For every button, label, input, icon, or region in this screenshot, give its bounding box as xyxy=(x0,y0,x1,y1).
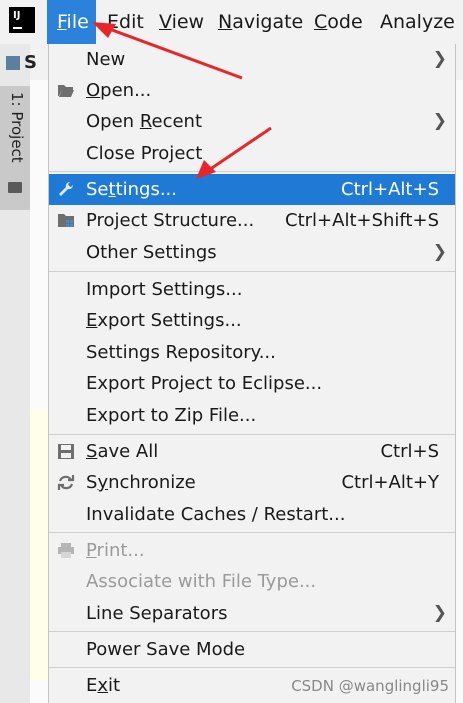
project-structure-icon xyxy=(58,214,74,227)
submenu-arrow-icon: ❯ xyxy=(432,242,447,262)
menu-item-new[interactable]: New ❯ xyxy=(49,44,455,75)
menu-item-synchronize-shortcut: Ctrl+Alt+Y xyxy=(341,472,439,493)
menu-item-power-save-mode[interactable]: Power Save Mode xyxy=(49,634,455,665)
menu-item-invalidate-caches-label: Invalidate Caches / Restart... xyxy=(86,504,346,525)
menu-code[interactable]: Code xyxy=(314,0,363,44)
intellij-logo-icon[interactable]: IJ xyxy=(6,4,38,36)
menu-item-export-zip-label: Export to Zip File... xyxy=(86,405,257,426)
printer-icon xyxy=(58,543,74,558)
wrench-icon xyxy=(59,181,74,196)
menu-item-settings-repository-label: Settings Repository... xyxy=(86,342,276,363)
menu-view-mnemonic: V xyxy=(159,11,172,33)
menu-item-project-structure-shortcut: Ctrl+Alt+Shift+S xyxy=(285,210,439,231)
menu-item-other-settings[interactable]: Other Settings ❯ xyxy=(49,237,455,268)
menu-analyze[interactable]: Analyze xyxy=(380,0,455,44)
menu-item-associate-file-type-label: Associate with File Type... xyxy=(86,571,317,592)
project-name: S xyxy=(6,52,37,73)
menu-item-settings[interactable]: Settings... Ctrl+Alt+S xyxy=(49,174,455,205)
watermark: CSDN @wanglingli95 xyxy=(291,677,449,695)
menu-item-exit-label: Exit xyxy=(86,675,121,696)
menu-item-export-settings[interactable]: Export Settings... xyxy=(49,305,455,336)
menu-item-print: Print... xyxy=(49,535,455,566)
project-icon xyxy=(6,56,20,70)
menu-file[interactable]: File xyxy=(47,0,96,44)
menu-separator xyxy=(49,532,455,533)
menu-code-label: ode xyxy=(327,11,363,33)
menu-item-project-structure-label: Project Structure... xyxy=(86,210,255,231)
menu-view[interactable]: View xyxy=(159,0,204,44)
menu-edit[interactable]: Edit xyxy=(107,0,144,44)
logo-text: IJ xyxy=(13,10,21,21)
folder-icon xyxy=(8,182,22,193)
menu-file-label: ile xyxy=(66,11,89,33)
menu-separator xyxy=(49,667,455,668)
menu-item-export-eclipse[interactable]: Export Project to Eclipse... xyxy=(49,368,455,399)
sync-icon xyxy=(57,475,75,490)
project-tool-tab-label: 1: Project xyxy=(8,92,26,163)
menu-item-settings-label: Settings... xyxy=(86,179,177,200)
menu-item-open-recent[interactable]: Open Recent ❯ xyxy=(49,106,455,137)
menu-item-export-eclipse-label: Export Project to Eclipse... xyxy=(86,373,323,394)
menu-item-line-separators-label: Line Separators xyxy=(86,603,228,624)
menu-item-settings-repository[interactable]: Settings Repository... xyxy=(49,337,455,368)
submenu-arrow-icon: ❯ xyxy=(432,603,447,623)
menu-item-close-project[interactable]: Close Project xyxy=(49,138,455,169)
menu-item-print-label: Print... xyxy=(86,540,145,561)
menu-item-associate-file-type: Associate with File Type... xyxy=(49,566,455,597)
menu-item-save-all-shortcut: Ctrl+S xyxy=(380,441,439,462)
menu-edit-label: Edit xyxy=(107,11,144,33)
menu-item-settings-shortcut: Ctrl+Alt+S xyxy=(341,179,439,200)
submenu-arrow-icon: ❯ xyxy=(432,49,447,69)
menu-item-open-recent-label: Open Recent xyxy=(86,111,203,132)
menu-item-invalidate-caches[interactable]: Invalidate Caches / Restart... xyxy=(49,499,455,530)
menu-item-synchronize-label: Synchronize xyxy=(86,472,196,493)
menu-separator xyxy=(49,631,455,632)
menu-item-line-separators[interactable]: Line Separators ❯ xyxy=(49,598,455,629)
menu-code-mnemonic: C xyxy=(314,11,328,33)
menu-item-other-settings-label: Other Settings xyxy=(86,242,217,263)
menu-navigate[interactable]: Navigate xyxy=(218,0,303,44)
menu-item-import-settings-label: Import Settings... xyxy=(86,279,243,300)
menu-item-open[interactable]: Open... xyxy=(49,75,455,106)
menu-item-open-label: Open... xyxy=(86,80,152,101)
menu-separator xyxy=(49,271,455,272)
menu-separator xyxy=(49,171,455,172)
menu-navigate-label: avigate xyxy=(232,11,304,33)
menu-separator xyxy=(49,434,455,435)
editor-highlight xyxy=(30,410,48,680)
menu-analyze-label: Analyze xyxy=(380,11,455,33)
save-icon xyxy=(58,444,74,459)
file-menu-dropdown: New ❯ Open... Open Recent ❯ Close Projec… xyxy=(48,44,456,703)
menu-item-new-label: New xyxy=(86,49,126,70)
menu-view-label: iew xyxy=(171,11,205,33)
submenu-arrow-icon: ❯ xyxy=(432,111,447,131)
menu-item-save-all[interactable]: Save All Ctrl+S xyxy=(49,436,455,467)
menu-item-export-zip[interactable]: Export to Zip File... xyxy=(49,400,455,431)
project-initial: S xyxy=(24,52,37,73)
menubar: IJ File Edit View Navigate Code Analyze xyxy=(0,0,463,44)
menu-item-project-structure[interactable]: Project Structure... Ctrl+Alt+Shift+S xyxy=(49,205,455,236)
open-folder-icon xyxy=(58,85,74,97)
menu-item-save-all-label: Save All xyxy=(86,441,159,462)
menu-item-close-project-label: Close Project xyxy=(86,143,203,164)
menu-file-mnemonic: F xyxy=(57,11,67,33)
menu-navigate-mnemonic: N xyxy=(218,11,233,33)
menu-item-import-settings[interactable]: Import Settings... xyxy=(49,274,455,305)
menu-item-power-save-mode-label: Power Save Mode xyxy=(86,639,246,660)
menu-item-export-settings-label: Export Settings... xyxy=(86,310,242,331)
editor-right-gutter xyxy=(456,80,463,703)
menu-item-synchronize[interactable]: Synchronize Ctrl+Alt+Y xyxy=(49,467,455,498)
